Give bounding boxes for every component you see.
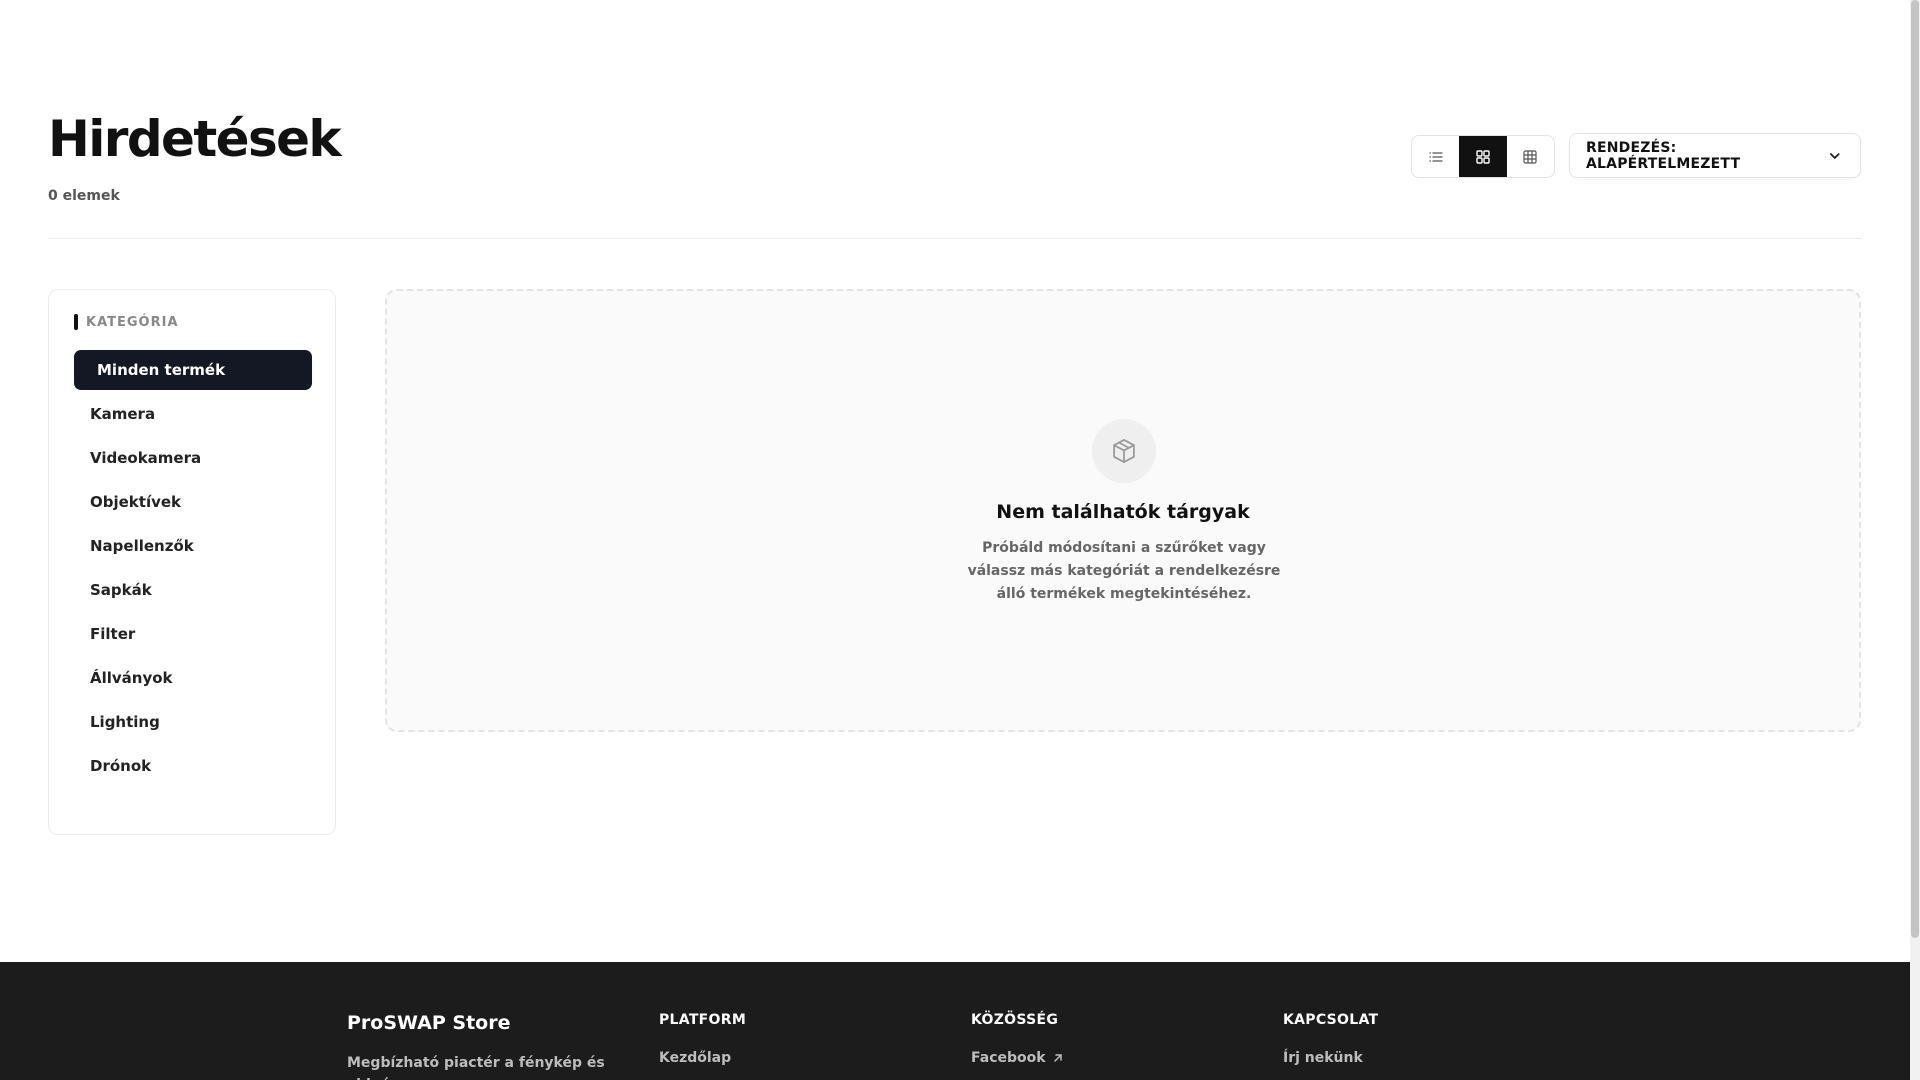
sort-dropdown[interactable]: RENDEZÉS: ALAPÉRTELMEZETT (1569, 133, 1861, 178)
grid-large-icon (1476, 149, 1490, 164)
category-item-dronok[interactable]: Drónok (74, 746, 312, 786)
footer-link-label: Írj nekünk (1283, 1050, 1363, 1066)
footer-heading-platform: PLATFORM (659, 1012, 747, 1028)
category-item-lighting[interactable]: Lighting (74, 702, 312, 742)
site-footer: ProSWAP Store Megbízható piactér a fényk… (0, 962, 1910, 1080)
item-count: 0 elemek (48, 188, 120, 204)
footer-links-kapcsolat: Írj nekünk (1283, 1050, 1378, 1066)
external-link-icon (1053, 1054, 1062, 1062)
category-item-videokamera[interactable]: Videokamera (74, 438, 312, 478)
heading-accent-bar (74, 314, 78, 330)
footer-link-label: Kezdőlap (659, 1050, 732, 1066)
category-list: Minden termék Kamera Videokamera Objektí… (74, 350, 312, 790)
empty-state-title: Nem találhatók tárgyak (996, 501, 1250, 523)
empty-state-icon-circle (1092, 419, 1156, 483)
category-heading: KATEGÓRIA (74, 314, 179, 330)
footer-link-facebook[interactable]: Facebook (971, 1050, 1064, 1066)
page: Hirdetések 0 elemek RENDEZÉS: ALAPÉRTELM… (0, 0, 1910, 1080)
view-grid-large-button[interactable] (1459, 136, 1507, 177)
footer-link-kezdolap[interactable]: Kezdőlap (659, 1050, 746, 1066)
empty-state-panel: Nem találhatók tárgyak Próbáld módosítan… (385, 289, 1861, 732)
footer-brand-description: Megbízható piactér a fénykép és videó (347, 1055, 605, 1080)
footer-column-platform: PLATFORM Kezdőlap (659, 1012, 746, 1080)
category-item-kamera[interactable]: Kamera (74, 394, 312, 434)
category-item-napellenzok[interactable]: Napellenzők (74, 526, 312, 566)
footer-link-label: Facebook (971, 1050, 1046, 1066)
empty-state-description: Próbáld módosítani a szűrőket vagy válas… (967, 540, 1281, 602)
view-grid-small-button[interactable] (1507, 136, 1554, 177)
category-item-minden-termek[interactable]: Minden termék (74, 350, 312, 390)
view-mode-toggle (1411, 135, 1555, 178)
footer-brand-name: ProSWAP Store (347, 1012, 511, 1034)
view-list-button[interactable] (1412, 136, 1459, 177)
page-title: Hirdetések (48, 110, 342, 168)
footer-brand-column: ProSWAP Store Megbízható piactér a fényk… (347, 1012, 627, 1080)
sort-dropdown-label: RENDEZÉS: ALAPÉRTELMEZETT (1586, 139, 1741, 172)
box-icon (1113, 439, 1135, 463)
footer-column-kapcsolat: KAPCSOLAT Írj nekünk (1283, 1012, 1378, 1080)
chevron-down-icon (1830, 152, 1840, 159)
category-sidebar: KATEGÓRIA Minden termék Kamera Videokame… (48, 289, 336, 835)
page-scrollbar[interactable] (1910, 0, 1920, 1080)
grid-small-icon (1523, 149, 1537, 164)
list-icon (1429, 151, 1443, 162)
page-scrollbar-thumb[interactable] (1911, 0, 1919, 938)
category-item-filter[interactable]: Filter (74, 614, 312, 654)
footer-links-kozosseg: Facebook (971, 1050, 1064, 1066)
category-item-allvanyok[interactable]: Állványok (74, 658, 312, 698)
footer-links-platform: Kezdőlap (659, 1050, 746, 1066)
footer-heading-kozosseg: KÖZÖSSÉG (971, 1012, 1059, 1028)
footer-link-irj-nekunk[interactable]: Írj nekünk (1283, 1050, 1378, 1066)
footer-heading-kapcsolat: KAPCSOLAT (1283, 1012, 1379, 1028)
footer-column-kozosseg: KÖZÖSSÉG Facebook (971, 1012, 1064, 1080)
category-item-objektivek[interactable]: Objektívek (74, 482, 312, 522)
category-heading-label: KATEGÓRIA (86, 314, 179, 330)
category-item-sapkak[interactable]: Sapkák (74, 570, 312, 610)
header-divider (48, 238, 1862, 239)
